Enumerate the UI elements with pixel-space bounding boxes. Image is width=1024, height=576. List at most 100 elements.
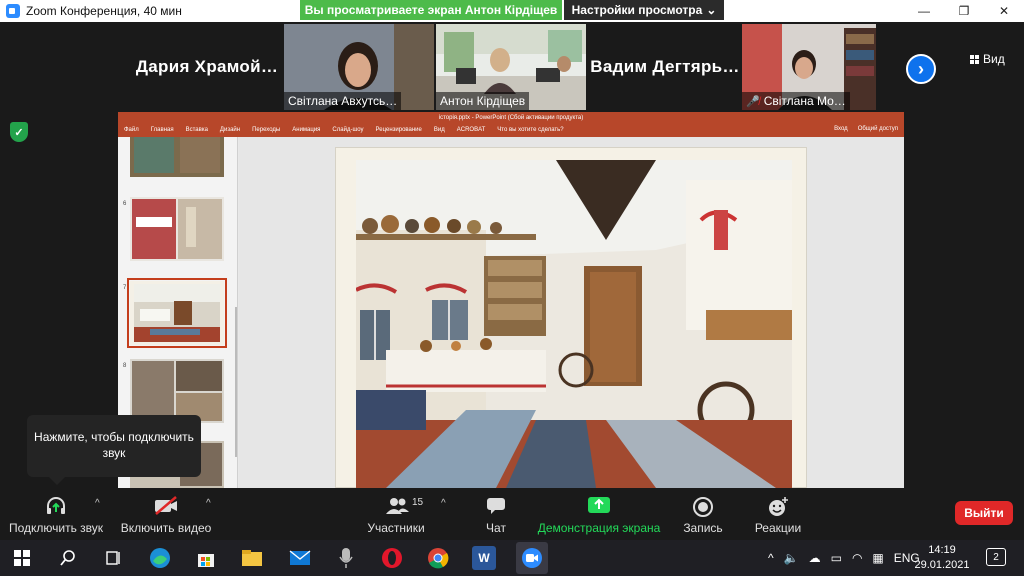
participants-label: Участники xyxy=(367,521,425,535)
museum-interior-photo xyxy=(356,160,792,488)
microphone-app-icon[interactable] xyxy=(334,546,358,570)
ppt-tab[interactable]: ACROBAT xyxy=(457,127,486,133)
reactions-label: Реакции xyxy=(754,521,802,535)
notifications-icon[interactable]: 2 xyxy=(986,548,1006,566)
zoom-screen: Zoom Конференция, 40 мин Вы просматривае… xyxy=(0,0,1024,576)
title-bar: Zoom Конференция, 40 мин Вы просматривае… xyxy=(0,0,1024,22)
participant-tile[interactable]: Вадим Дегтярь… xyxy=(590,24,740,110)
share-banner: Вы просматриваете экран Антон Кірдіщев xyxy=(300,0,562,20)
participants-icon xyxy=(386,498,409,514)
participants-count: 15 xyxy=(412,497,424,508)
cloud-icon[interactable]: ☁ xyxy=(809,551,821,565)
window-title: Zoom Конференция, 40 мин xyxy=(26,4,182,18)
view-button[interactable]: Вид xyxy=(970,52,1005,66)
participant-video-tile[interactable]: Антон Кірдіщев xyxy=(436,24,586,110)
windows-start-icon[interactable] xyxy=(10,546,34,570)
join-audio-label: Подключить звук xyxy=(8,521,104,535)
share-screen-icon xyxy=(588,497,610,513)
participant-video-tile[interactable]: Світлана Авхутсь… xyxy=(284,24,434,110)
network-icon[interactable]: ▦ xyxy=(872,551,883,565)
participants-button[interactable]: 15 Участники xyxy=(364,488,428,540)
ppt-search[interactable]: Что вы хотите сделать? xyxy=(497,127,563,133)
participant-name: Дария Храмой… xyxy=(135,57,279,76)
opera-browser-icon[interactable] xyxy=(380,546,404,570)
chat-button[interactable]: Чат xyxy=(476,488,516,540)
video-options-caret[interactable]: ^ xyxy=(206,498,211,509)
ppt-tab[interactable]: Слайд-шоу xyxy=(332,127,363,133)
video-off-icon xyxy=(155,496,177,515)
chat-icon xyxy=(487,498,505,514)
record-button[interactable]: Запись xyxy=(680,488,726,540)
participant-label: Антон Кірдіщев xyxy=(436,92,530,110)
store-icon[interactable] xyxy=(194,546,218,570)
ppt-tab[interactable]: Анимация xyxy=(292,127,320,133)
view-label: Вид xyxy=(983,52,1005,66)
taskbar-clock[interactable]: 14:19 29.01.2021 xyxy=(912,543,972,573)
ppt-tab[interactable]: Рецензирование xyxy=(376,127,422,133)
grid-icon xyxy=(970,54,979,64)
join-audio-button[interactable]: Подключить звук xyxy=(8,488,104,540)
wifi-icon[interactable]: ◠ xyxy=(852,551,862,565)
slide-thumbnail[interactable] xyxy=(130,359,224,423)
ppt-tab[interactable]: Файл xyxy=(124,127,139,133)
view-settings-button[interactable]: Настройки просмотра ⌄ xyxy=(564,0,724,20)
participants-strip: Дария Храмой… Світлана Авхутсь… Антон Кі… xyxy=(0,22,1024,112)
participant-video-tile[interactable]: 🎤̸ Світлана Мо… xyxy=(742,24,876,110)
ppt-share[interactable]: Общий доступ xyxy=(858,126,898,132)
start-video-button[interactable]: Включить видео xyxy=(120,488,212,540)
participant-tile[interactable]: Дария Храмой… xyxy=(132,24,282,110)
chevron-right-icon: › xyxy=(918,58,924,79)
file-explorer-icon[interactable] xyxy=(240,546,264,570)
edge-browser-icon[interactable] xyxy=(148,546,172,570)
meeting-controls: Подключить звук ^ Включить видео ^ 15 Уч… xyxy=(0,488,1024,540)
view-settings-label: Настройки просмотра xyxy=(571,3,703,17)
shield-icon[interactable]: ✓ xyxy=(10,122,28,142)
ppt-tab[interactable]: Переходы xyxy=(252,127,280,133)
reactions-icon xyxy=(769,497,788,516)
participant-name: Вадим Дегтярь… xyxy=(590,57,740,76)
share-screen-label: Демонстрация экрана xyxy=(537,521,661,535)
participant-label: Світлана Авхутсь… xyxy=(284,92,402,110)
slide-number: 8 xyxy=(123,363,127,369)
chevron-down-icon: ⌄ xyxy=(706,3,717,17)
reactions-button[interactable]: Реакции xyxy=(752,488,804,540)
headphones-icon xyxy=(47,497,65,514)
ppt-tab[interactable]: Главная xyxy=(151,127,174,133)
slide-thumbnail[interactable] xyxy=(130,137,224,177)
battery-icon[interactable]: ▭ xyxy=(831,551,842,565)
ppt-tab[interactable]: Вставка xyxy=(186,127,208,133)
ppt-tab[interactable]: Вид xyxy=(434,127,445,133)
chat-label: Чат xyxy=(486,521,506,535)
ppt-title-bar: історія.pptx - PowerPoint (Сбой активаци… xyxy=(118,112,904,123)
system-tray: ^ 🔈 ☁ ▭ ◠ ▦ ENG xyxy=(768,540,920,576)
slide-number: 7 xyxy=(123,285,127,291)
slide-thumbnail-selected[interactable] xyxy=(127,278,227,348)
slide-thumbnail[interactable] xyxy=(130,197,224,261)
task-view-icon[interactable] xyxy=(102,546,126,570)
word-app-icon[interactable]: W xyxy=(472,546,496,570)
leave-meeting-button[interactable]: Выйти xyxy=(955,501,1013,525)
record-label: Запись xyxy=(683,521,723,535)
thumbnail-scrollbar[interactable] xyxy=(235,307,237,457)
search-icon[interactable] xyxy=(56,546,80,570)
ppt-tab[interactable]: Дизайн xyxy=(220,127,240,133)
ppt-signin[interactable]: Вход xyxy=(834,126,848,132)
share-screen-button[interactable]: Демонстрация экрана xyxy=(536,488,662,540)
next-page-button[interactable]: › xyxy=(906,54,936,84)
connect-audio-tooltip: Нажмите, чтобы подключить звук xyxy=(27,415,201,485)
start-video-label: Включить видео xyxy=(120,521,212,535)
audio-options-caret[interactable]: ^ xyxy=(95,498,100,509)
maximize-button[interactable]: ❐ xyxy=(944,0,984,22)
minimize-button[interactable]: — xyxy=(904,0,944,22)
zoom-app-icon xyxy=(6,4,20,18)
chrome-browser-icon[interactable] xyxy=(426,546,450,570)
participants-options-caret[interactable]: ^ xyxy=(441,498,446,509)
mail-icon[interactable] xyxy=(288,546,312,570)
zoom-taskbar-icon[interactable] xyxy=(516,542,548,574)
slide-number: 6 xyxy=(123,201,127,207)
volume-icon[interactable]: 🔈 xyxy=(784,551,799,565)
chevron-up-icon[interactable]: ^ xyxy=(768,551,774,565)
close-button[interactable]: ✕ xyxy=(984,0,1024,22)
current-slide[interactable] xyxy=(335,147,807,488)
shared-screen[interactable]: історія.pptx - PowerPoint (Сбой активаци… xyxy=(118,112,904,488)
